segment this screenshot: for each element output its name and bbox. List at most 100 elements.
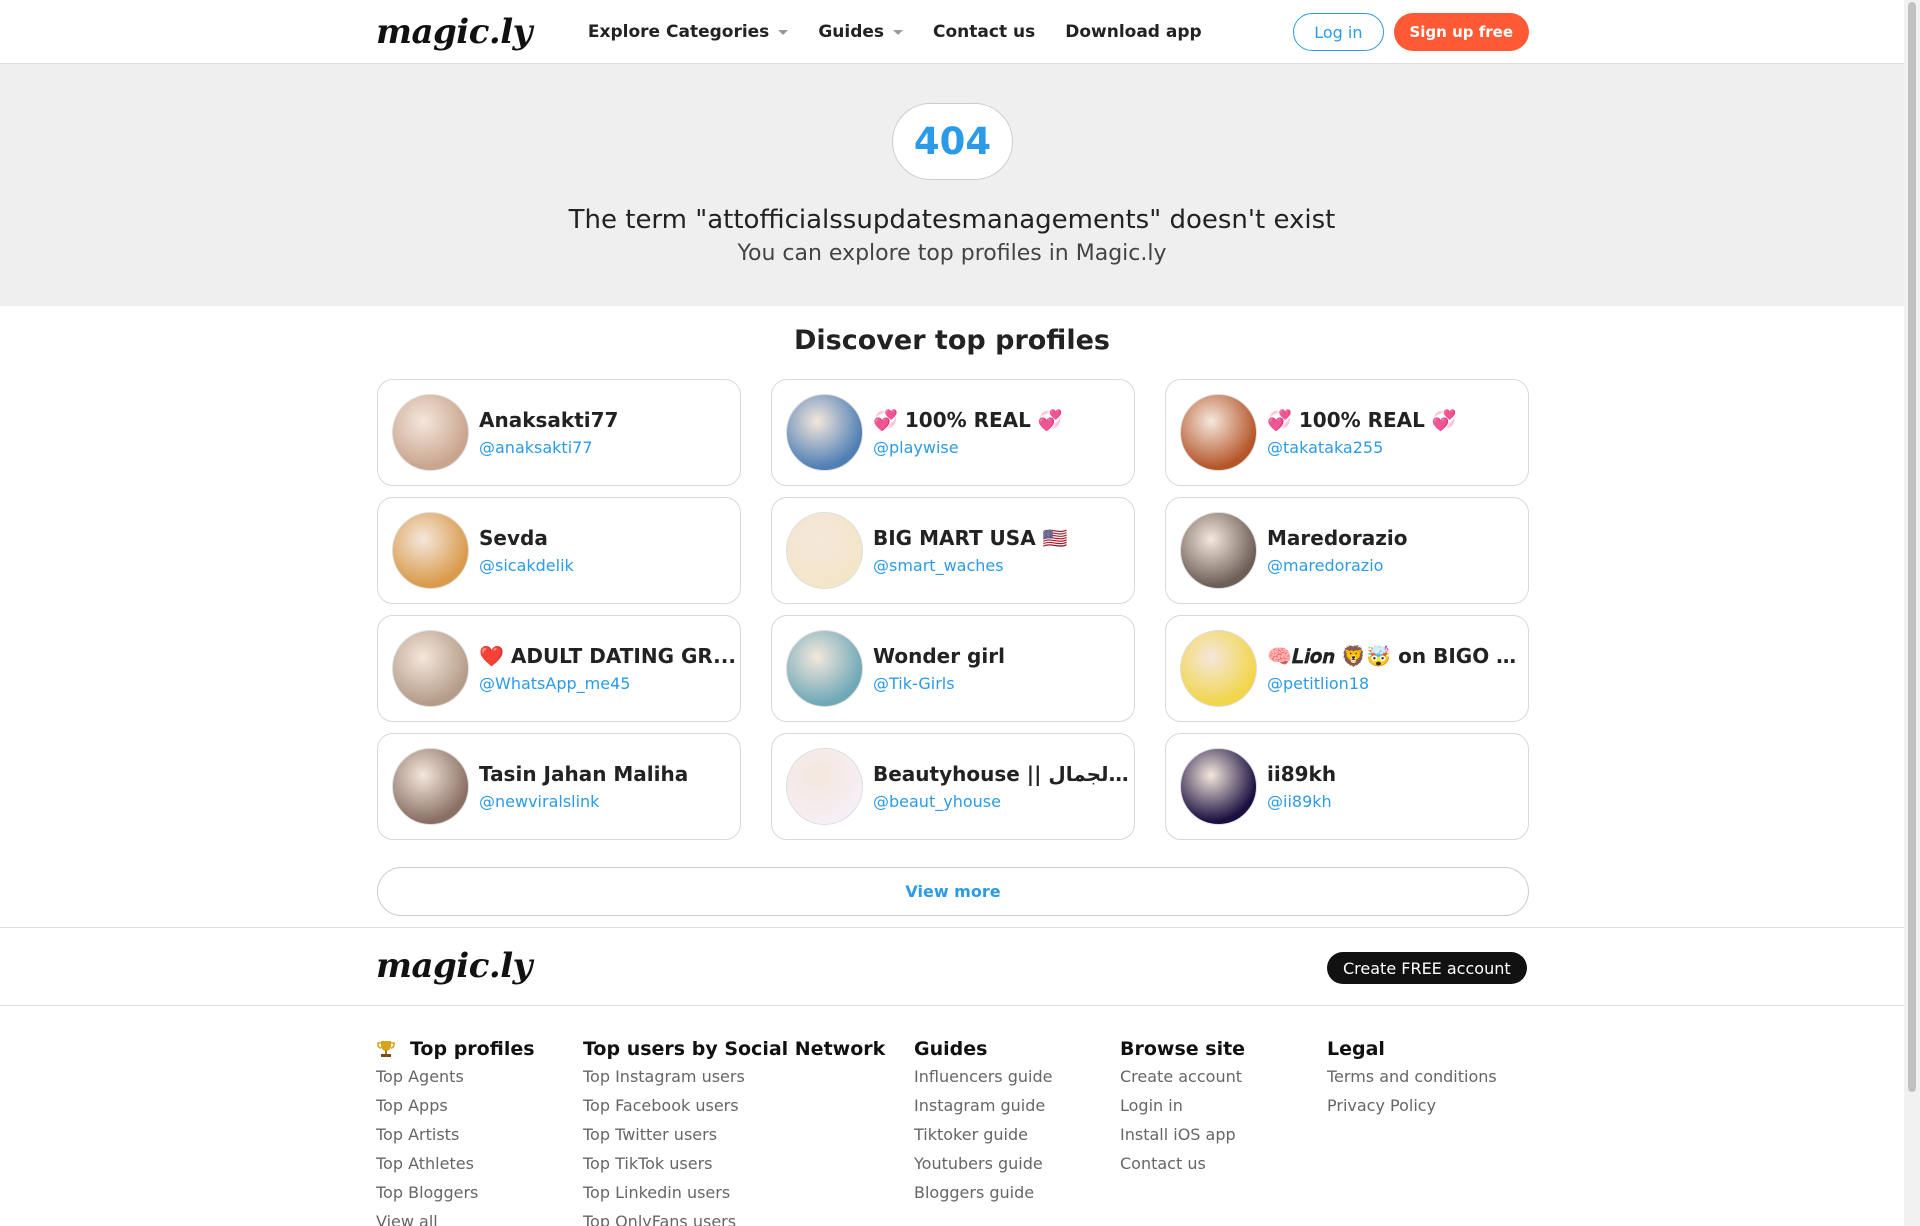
footer-col-browse-site: Browse site Create account Login in Inst… [1120,1036,1245,1178]
footer-bar: magic.ly Create FREE account [0,927,1904,1006]
footer-link[interactable]: Top Linkedin users [583,1178,885,1207]
discover-title: Discover top profiles [794,325,1110,356]
footer-link[interactable]: Terms and conditions [1327,1062,1497,1091]
footer-link[interactable]: Top Agents [376,1062,535,1091]
footer-link[interactable]: Top Artists [376,1120,535,1149]
footer-link[interactable]: Top OnlyFans users [583,1207,885,1226]
page: magic.ly Explore Categories Guides Conta… [0,0,1904,1226]
footer-link[interactable]: Top Facebook users [583,1091,885,1120]
avatar [1180,512,1257,589]
profile-handle[interactable]: @smart_waches [873,556,1133,575]
profile-card[interactable]: ❤️ ADULT DATING GR... @WhatsApp_me45 [377,615,741,722]
footer-link[interactable]: Contact us [1120,1149,1245,1178]
chevron-down-icon [778,29,789,35]
avatar [1180,748,1257,825]
profile-handle[interactable]: @petitlion18 [1267,674,1527,693]
footer-col-title: Top profiles [376,1036,535,1062]
profile-grid: Anaksakti77 @anaksakti77 💞 100% REAL 💞 @pla… [377,379,1529,840]
nav-guides[interactable]: Guides [818,22,904,42]
profile-card[interactable]: Tasin Jahan Maliha @newviralslink [377,733,741,840]
profile-card[interactable]: 💞 100% REAL 💞 @playwise [771,379,1135,486]
profile-handle[interactable]: @Tik-Girls [873,674,1133,693]
profile-card[interactable]: BIG MART USA 🇺🇸 @smart_waches [771,497,1135,604]
avatar [786,630,863,707]
footer-link[interactable]: Youtubers guide [914,1149,1052,1178]
auth-buttons: Log in Sign up free [1293,13,1529,51]
footer-link[interactable]: Top Twitter users [583,1120,885,1149]
avatar [392,748,469,825]
footer-link[interactable]: Top Bloggers [376,1178,535,1207]
profile-name: ❤️ ADULT DATING GR... [479,644,736,668]
page-scrollbar[interactable] [1904,0,1920,1226]
nav-label: Guides [818,22,885,42]
profile-handle[interactable]: @beaut_yhouse [873,792,1133,811]
avatar [1180,394,1257,471]
profile-card[interactable]: ii89kh @ii89kh [1165,733,1529,840]
profile-card[interactable]: 💞 100% REAL 💞 @takataka255 [1165,379,1529,486]
profile-name: Sevda [479,526,548,550]
avatar [786,394,863,471]
profile-name: Beautyhouse || الجمال ... [873,762,1133,786]
profile-handle[interactable]: @playwise [873,438,1133,457]
nav-download-app[interactable]: Download app [1065,22,1201,42]
profile-name: Anaksakti77 [479,408,619,432]
view-more-button[interactable]: View more [377,867,1529,916]
footer-col-title: Top users by Social Network [583,1038,886,1060]
chevron-down-icon [893,29,904,35]
footer-col-guides: Guides Influencers guide Instagram guide… [914,1036,1052,1207]
logo[interactable]: magic.ly [376,12,532,52]
profile-card-text: Wonder girl @Tik-Girls [873,644,1133,693]
profile-handle[interactable]: @newviralslink [479,792,739,811]
profile-card-text: BIG MART USA 🇺🇸 @smart_waches [873,526,1133,575]
footer-link[interactable]: Top Instagram users [583,1062,885,1091]
profile-card-text: Tasin Jahan Maliha @newviralslink [479,762,739,811]
scrollbar-thumb[interactable] [1908,2,1916,1092]
avatar [786,512,863,589]
footer-link[interactable]: Top Apps [376,1091,535,1120]
profile-card[interactable]: Beautyhouse || الجمال ... @beaut_yhouse [771,733,1135,840]
footer-logo[interactable]: magic.ly [376,946,532,986]
nav-contact-us[interactable]: Contact us [933,22,1035,42]
profile-card[interactable]: Anaksakti77 @anaksakti77 [377,379,741,486]
profile-card[interactable]: 🧠𝑳𝒊𝒐𝒏 🦁🤯 on BIGO L... @petitlion18 [1165,615,1529,722]
footer-link[interactable]: View all [376,1207,535,1226]
footer-link[interactable]: Install iOS app [1120,1120,1245,1149]
profile-card-text: ii89kh @ii89kh [1267,762,1527,811]
main-nav: Explore Categories Guides Contact us Dow… [588,22,1232,42]
profile-handle[interactable]: @ii89kh [1267,792,1527,811]
nav-explore-categories[interactable]: Explore Categories [587,22,789,42]
nav-label: Explore Categories [587,22,770,42]
footer-link[interactable]: Bloggers guide [914,1178,1052,1207]
profile-card-text: 💞 100% REAL 💞 @takataka255 [1267,408,1527,457]
footer-link[interactable]: Top TikTok users [583,1149,885,1178]
profile-card[interactable]: Maredorazio @maredorazio [1165,497,1529,604]
profile-card[interactable]: Wonder girl @Tik-Girls [771,615,1135,722]
profile-card-text: Sevda @sicakdelik [479,526,739,575]
profile-name: 🧠𝑳𝒊𝒐𝒏 🦁🤯 on BIGO L... [1267,644,1527,668]
profile-handle[interactable]: @sicakdelik [479,556,739,575]
profile-name: Tasin Jahan Maliha [479,762,689,786]
profile-handle[interactable]: @WhatsApp_me45 [479,674,739,693]
footer-link[interactable]: Create account [1120,1062,1245,1091]
profile-card[interactable]: Sevda @sicakdelik [377,497,741,604]
footer-link[interactable]: Tiktoker guide [914,1120,1052,1149]
login-button[interactable]: Log in [1293,13,1384,51]
profile-handle[interactable]: @anaksakti77 [479,438,739,457]
footer-link[interactable]: Instagram guide [914,1091,1052,1120]
profile-name: 💞 100% REAL 💞 [1267,408,1457,432]
footer-link[interactable]: Privacy Policy [1327,1091,1497,1120]
footer-link[interactable]: Login in [1120,1091,1245,1120]
signup-button[interactable]: Sign up free [1393,13,1529,51]
avatar [392,394,469,471]
footer-col-legal: Legal Terms and conditions Privacy Polic… [1327,1036,1497,1120]
profile-handle[interactable]: @takataka255 [1267,438,1527,457]
nav-label: Contact us [933,22,1036,42]
profile-card-text: Maredorazio @maredorazio [1267,526,1527,575]
footer-col-social-networks: Top users by Social Network Top Instagra… [583,1036,885,1226]
create-account-button[interactable]: Create FREE account [1327,952,1527,984]
profile-name: 💞 100% REAL 💞 [873,408,1063,432]
footer-col-title: Guides [914,1038,988,1060]
footer-link[interactable]: Influencers guide [914,1062,1052,1091]
profile-handle[interactable]: @maredorazio [1267,556,1527,575]
footer-link[interactable]: Top Athletes [376,1149,535,1178]
